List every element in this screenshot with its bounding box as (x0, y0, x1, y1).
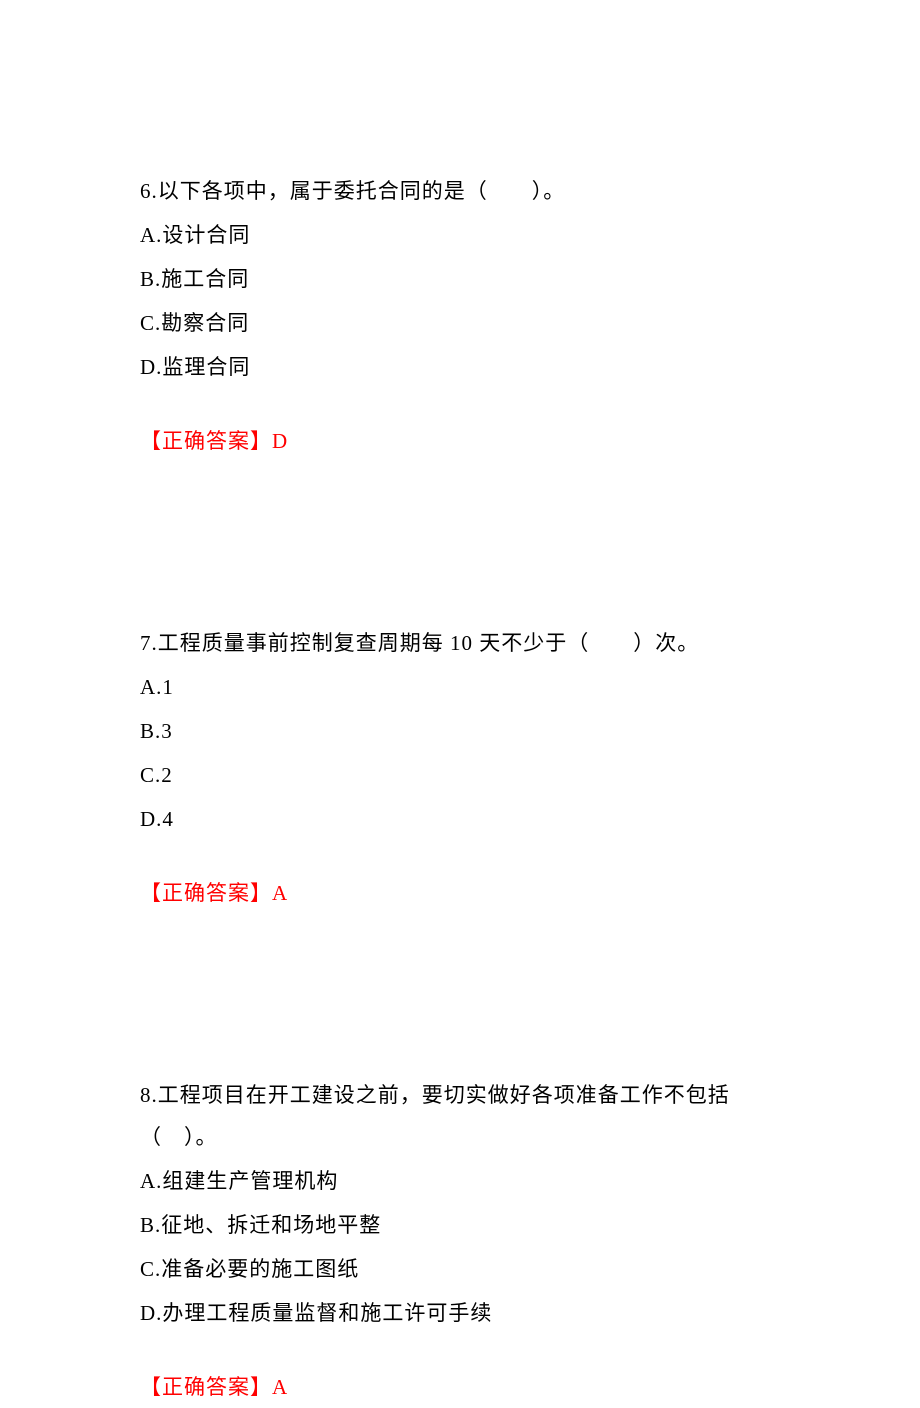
spacer (140, 974, 780, 1074)
question-text: 7.工程质量事前控制复查周期每 10 天不少于（ ）次。 (140, 622, 780, 664)
option-b: B.3 (140, 710, 780, 752)
question-body: 工程项目在开工建设之前，要切实做好各项准备工作不包括（ ）。 (140, 1083, 730, 1149)
answer-label: 【正确答案】 (140, 1375, 272, 1399)
option-d: D.4 (140, 798, 780, 840)
option-b: B.施工合同 (140, 258, 780, 300)
question-body: 工程质量事前控制复查周期每 10 天不少于（ ）次。 (158, 631, 700, 655)
answer-label: 【正确答案】 (140, 429, 272, 453)
option-d: D.办理工程质量监督和施工许可手续 (140, 1292, 780, 1334)
answer-value: A (272, 881, 288, 905)
option-a: A.组建生产管理机构 (140, 1160, 780, 1202)
question-number: 7. (140, 631, 158, 655)
answer-block: 【正确答案】D (140, 420, 780, 462)
question-text: 8.工程项目在开工建设之前，要切实做好各项准备工作不包括（ ）。 (140, 1074, 780, 1158)
question-7: 7.工程质量事前控制复查周期每 10 天不少于（ ）次。 A.1 B.3 C.2… (140, 622, 780, 914)
question-6: 6.以下各项中，属于委托合同的是（ ）。 A.设计合同 B.施工合同 C.勘察合… (140, 170, 780, 462)
option-c: C.2 (140, 754, 780, 796)
option-d: D.监理合同 (140, 346, 780, 388)
answer-block: 【正确答案】A (140, 1366, 780, 1408)
option-c: C.准备必要的施工图纸 (140, 1248, 780, 1290)
option-b: B.征地、拆迁和场地平整 (140, 1204, 780, 1246)
spacer (140, 522, 780, 622)
answer-block: 【正确答案】A (140, 872, 780, 914)
question-body: 以下各项中，属于委托合同的是（ ）。 (158, 179, 566, 203)
question-number: 8. (140, 1083, 158, 1107)
option-a: A.1 (140, 666, 780, 708)
answer-value: A (272, 1375, 288, 1399)
answer-label: 【正确答案】 (140, 881, 272, 905)
question-8: 8.工程项目在开工建设之前，要切实做好各项准备工作不包括（ ）。 A.组建生产管… (140, 1074, 780, 1408)
question-text: 6.以下各项中，属于委托合同的是（ ）。 (140, 170, 780, 212)
option-c: C.勘察合同 (140, 302, 780, 344)
option-a: A.设计合同 (140, 214, 780, 256)
question-number: 6. (140, 179, 158, 203)
answer-value: D (272, 429, 288, 453)
